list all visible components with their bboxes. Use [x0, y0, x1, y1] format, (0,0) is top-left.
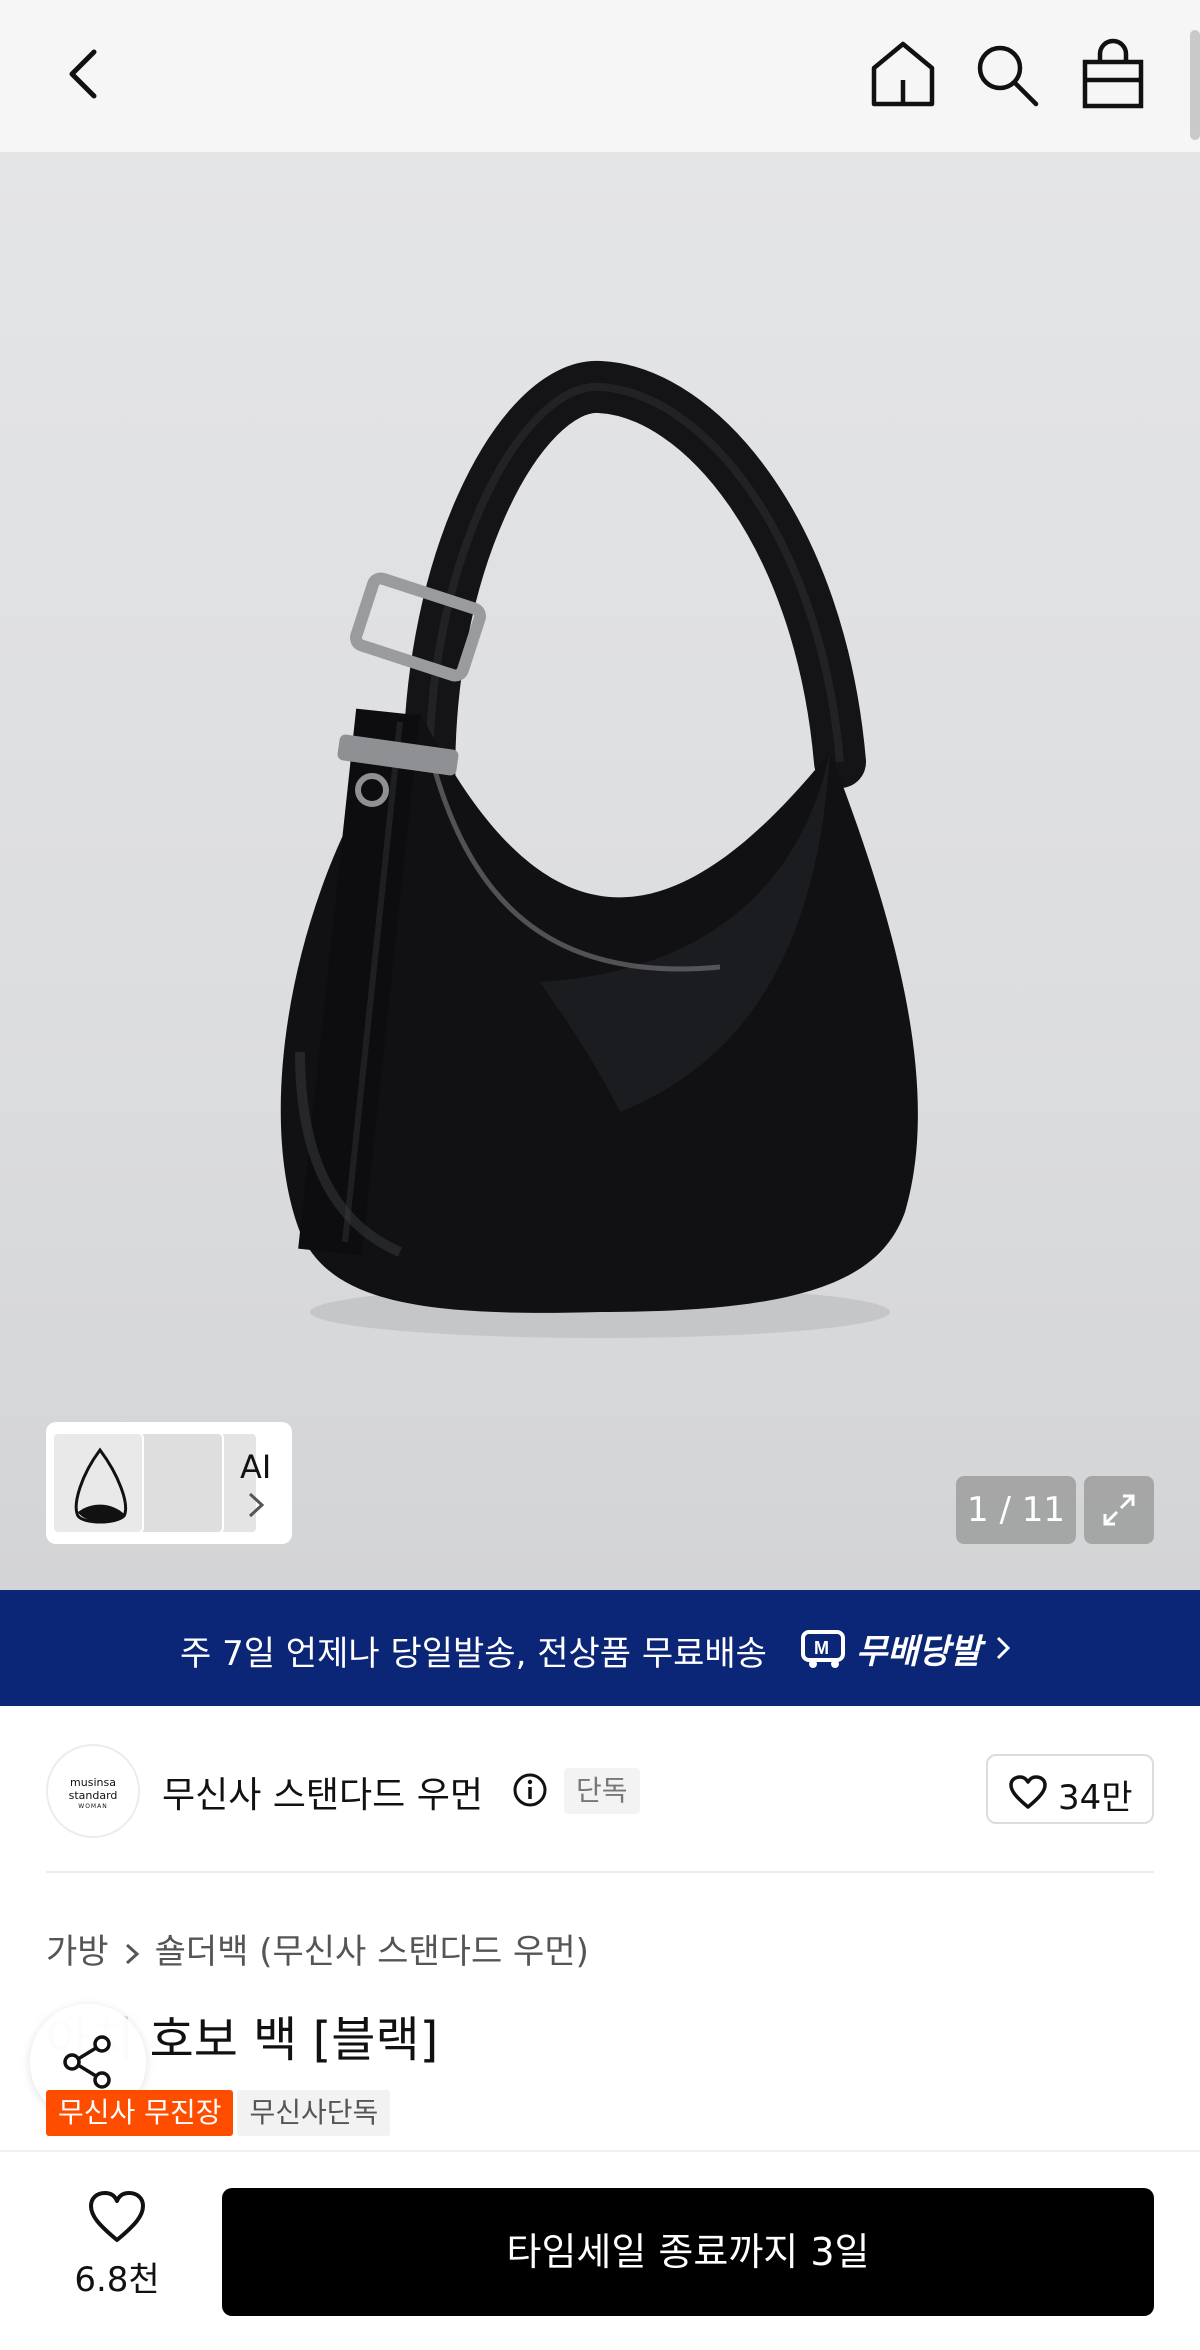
chevron-right-icon	[125, 1943, 139, 1964]
badge-exclusive: 무신사단독	[237, 2090, 391, 2136]
product-title-text: 호보 백 [블랙]	[134, 2012, 439, 2068]
brand-like-count: 34만	[1058, 1778, 1133, 1818]
buy-button[interactable]: 타임세일 종료까지 3일	[222, 2188, 1154, 2316]
delivery-truck-icon: M	[801, 1630, 845, 1668]
brand-like-button[interactable]: 34만	[986, 1754, 1154, 1824]
chevron-left-icon[interactable]	[56, 44, 116, 104]
product-badges: 무신사 무진장 무신사단독	[46, 2090, 391, 2136]
ai-label[interactable]: AI	[240, 1448, 271, 1486]
share-icon	[63, 2035, 111, 2089]
brand-logo-text: WOMAN	[78, 1803, 108, 1810]
expand-button[interactable]	[1084, 1476, 1154, 1544]
breadcrumb: 가방 숄더백 (무신사 스탠다드 우먼)	[46, 1924, 589, 1973]
product-photo	[280, 361, 918, 1338]
expand-icon	[1103, 1494, 1135, 1526]
heart-icon	[89, 2191, 145, 2242]
breadcrumb-category[interactable]: 가방	[46, 1924, 109, 1973]
brand-logo-text: standard	[68, 1789, 118, 1802]
image-counter: 1 / 11	[956, 1476, 1076, 1544]
breadcrumb-subcategory[interactable]: 숄더백 (무신사 스탠다드 우먼)	[155, 1932, 589, 1972]
banner-brand: 무배당발	[856, 1632, 982, 1672]
banner-text: 주 7일 언제나 당일발송, 전상품 무료배송	[180, 1634, 767, 1674]
thumbnail-bag-image	[74, 1447, 127, 1524]
heart-icon	[1009, 1775, 1047, 1809]
thumbnail-active[interactable]	[52, 1432, 144, 1534]
home-icon[interactable]	[868, 38, 938, 110]
chevron-right-icon	[996, 1636, 1011, 1660]
thumbnail[interactable]	[132, 1432, 224, 1534]
info-icon[interactable]	[512, 1772, 548, 1808]
badge-mujinjang: 무신사 무진장	[46, 2090, 234, 2136]
svg-text:M: M	[814, 1638, 829, 1658]
delivery-banner[interactable]: 주 7일 언제나 당일발송, 전상품 무료배송 M 무배당발	[0, 1590, 1200, 1706]
exclusive-tag: 단독	[564, 1768, 640, 1814]
thumbnail-strip[interactable]: AI	[46, 1422, 292, 1544]
shopping-bag-icon[interactable]	[1080, 38, 1146, 110]
brand-name[interactable]: 무신사 스탠다드 우먼	[162, 1766, 483, 1818]
brand-row: musinsa standard WOMAN 무신사 스탠다드 우먼 단독 34…	[0, 1706, 1200, 1872]
top-navigation-bar	[0, 0, 1200, 152]
divider	[46, 1871, 1154, 1873]
scrollbar[interactable]	[1190, 30, 1200, 140]
brand-logo[interactable]: musinsa standard WOMAN	[46, 1744, 140, 1838]
product-image-gallery[interactable]: AI 1 / 11	[0, 152, 1200, 1590]
bottom-action-bar: 6.8천 타임세일 종료까지 3일	[0, 2150, 1200, 2350]
wishlist-button[interactable]: 6.8천	[62, 2182, 172, 2302]
brand-logo-text: musinsa	[70, 1776, 116, 1789]
wishlist-count: 6.8천	[74, 2260, 160, 2300]
chevron-right-icon[interactable]	[244, 1490, 268, 1520]
search-icon[interactable]	[972, 40, 1042, 110]
